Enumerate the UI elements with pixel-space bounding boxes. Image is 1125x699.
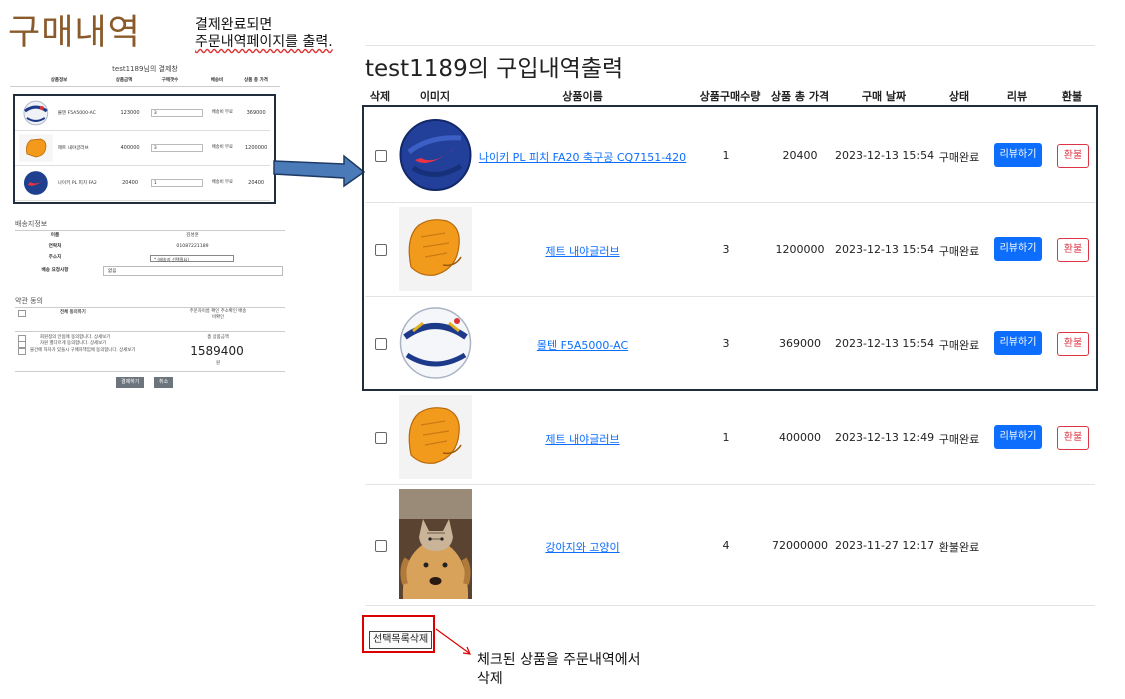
checkout-item: 몰텐 F5A5000-AC 123000 3 배송비 무료 369000 (15, 96, 270, 131)
row-qty: 4 (722, 539, 730, 552)
terms-checkbox[interactable] (18, 341, 26, 348)
checkout-header: 상품정보 (50, 78, 68, 83)
column-header: 상품이름 (562, 90, 603, 103)
checkout-item-name: 나이키 PL 피치 FA2 (57, 181, 97, 186)
checkout-qty-input[interactable]: 3 (150, 144, 203, 152)
terms-item: 물건에 하자가 있을시 구매자책임에 동의합니다. 상세보기 (30, 348, 136, 353)
order-row: 강아지와 고양이 4 72000000 2023-11-27 12:17 환불완… (365, 484, 1095, 606)
glove-thumbnail (19, 134, 53, 162)
field-value: 김성훈 (186, 233, 199, 238)
pay-button[interactable]: 결제하기 (116, 377, 145, 388)
review-button[interactable]: 리뷰하기 (994, 425, 1042, 449)
field-value: 01087221189 (176, 244, 209, 249)
checkout-item-total: 20400 (248, 180, 265, 186)
checkout-item-price: 20400 (122, 180, 138, 186)
row-total: 72000000 (772, 539, 828, 552)
row-total: 400000 (779, 431, 821, 444)
divider (365, 45, 1095, 46)
checkout-header: 배송비 (210, 78, 224, 83)
annotation-bottom-line2: 삭제 (477, 671, 503, 687)
column-header: 환불 (1061, 90, 1083, 103)
product-name-link[interactable]: 강아지와 고양이 (475, 539, 690, 555)
checkout-item-shipping: 배송비 무료 (211, 145, 233, 150)
cancel-button[interactable]: 취소 (154, 377, 174, 388)
refund-button[interactable]: 환불 (1057, 426, 1089, 450)
column-header: 상태 (948, 90, 970, 103)
annotation-top: 결제완료되면 주문내역페이지를 출력. (195, 17, 333, 51)
checkout-item: 제트 내야글러브 400000 3 배송비 무료 1200000 (15, 131, 270, 166)
row-checkbox[interactable] (375, 432, 387, 444)
checkout-preview: test1189님의 결제창 상품정보 상품금액 구매갯수 배송비 상품 총 가… (10, 63, 285, 393)
molten-ball-thumbnail (23, 100, 49, 126)
shipping-section-title: 배송지정보 (15, 220, 48, 228)
product-image (399, 395, 472, 479)
checkout-header-row: 상품정보 상품금액 구매갯수 배송비 상품 총 가격 (10, 75, 280, 87)
checkout-qty-input[interactable]: 3 (150, 109, 203, 117)
delivery-request-input[interactable]: 없음 (103, 266, 283, 276)
checkout-header: 상품금액 (115, 78, 133, 83)
terms-item: 자원 별다르게 동의합니다. 상세보기 (40, 341, 107, 346)
column-header: 리뷰 (1006, 90, 1028, 103)
order-row: 제트 내야글러브 1 400000 2023-12-13 12:49 구매완료 … (365, 390, 1095, 485)
field-label: 이름 (50, 233, 60, 238)
divider (15, 371, 285, 372)
slide-title: 구매내역 (8, 13, 141, 53)
column-header: 상품구매수량 (699, 90, 761, 103)
annotation-top-line2: 주문내역페이지를 출력. (195, 34, 333, 50)
annotation-arrow-icon (435, 628, 471, 655)
flow-arrow-icon (273, 154, 366, 188)
checkout-item-shipping: 배송비 무료 (211, 110, 233, 115)
terms-checkbox[interactable] (18, 348, 26, 355)
shipping-field: 이름 김성훈 (15, 231, 285, 241)
terms-section-title: 약관 동의 (15, 297, 43, 305)
column-header: 이미지 (419, 90, 451, 103)
total-unit: 원 (215, 361, 221, 366)
row-date: 2023-11-27 12:17 (835, 539, 935, 552)
divider (15, 307, 285, 308)
checkout-qty-input[interactable]: 1 (150, 179, 203, 187)
product-image (399, 489, 472, 599)
checkout-item-price: 400000 (120, 145, 140, 151)
checkout-item: 나이키 PL 피치 FA2 20400 1 배송비 무료 20400 (15, 166, 270, 201)
row-status: 구매완료 (938, 433, 980, 446)
checkout-item-name: 몰텐 F5A5000-AC (57, 111, 96, 116)
annotation-bottom-line1: 체크된 상품을 주문내역에서 (477, 652, 641, 668)
annotation-bottom: 체크된 상품을 주문내역에서 삭제 (477, 651, 640, 689)
product-name-link[interactable]: 제트 내야글러브 (475, 431, 690, 447)
row-checkbox[interactable] (375, 540, 387, 552)
row-qty: 1 (722, 431, 730, 444)
checkout-item-total: 1200000 (244, 145, 268, 151)
total-label: 총 상품금액 (207, 335, 229, 340)
checkout-caption: test1189님의 결제창 (112, 65, 178, 73)
agree-all-label: 전체 동의하기 (60, 310, 86, 315)
divider (15, 331, 285, 332)
row-status: 환불완료 (938, 541, 980, 554)
field-label: 주소지 (48, 255, 62, 260)
agree-all-checkbox[interactable] (18, 310, 26, 317)
checkout-item-price: 123000 (120, 110, 140, 116)
checkout-item-name: 제트 내야글러브 (57, 146, 89, 151)
annotation-top-line1: 결제완료되면 (195, 17, 273, 33)
total-value: 1589400 (190, 344, 244, 358)
field-label: 연락처 (48, 244, 62, 249)
page-title: test1189의 구입내역출력 (365, 56, 624, 82)
column-header: 구매 날짜 (861, 90, 907, 103)
checkout-header: 구매갯수 (161, 78, 179, 83)
checkout-header: 상품 총 가격 (244, 78, 268, 83)
checkout-item-shipping: 배송비 무료 (211, 180, 233, 185)
address-select[interactable]: * (배송지 선택필요) (150, 255, 234, 262)
column-header: 삭제 (369, 90, 391, 103)
checkout-item-total: 369000 (246, 110, 266, 116)
row-date: 2023-12-13 12:49 (835, 431, 935, 444)
shipping-field: 연락처 01087221189 (15, 242, 285, 252)
column-header: 상품 총 가격 (770, 90, 830, 103)
delete-button-highlight (362, 615, 435, 653)
nike-ball-thumbnail (23, 171, 48, 195)
field-label: 배송 요청사항 (41, 268, 69, 273)
order-confirm-text: 주문자이름 확인 주소확인 배송비확인 (189, 309, 247, 320)
latest-order-highlight (362, 105, 1098, 391)
orders-table-header: 삭제 이미지 상품이름 상품구매수량 상품 총 가격 구매 날짜 상태 리뷰 환… (365, 86, 1095, 106)
